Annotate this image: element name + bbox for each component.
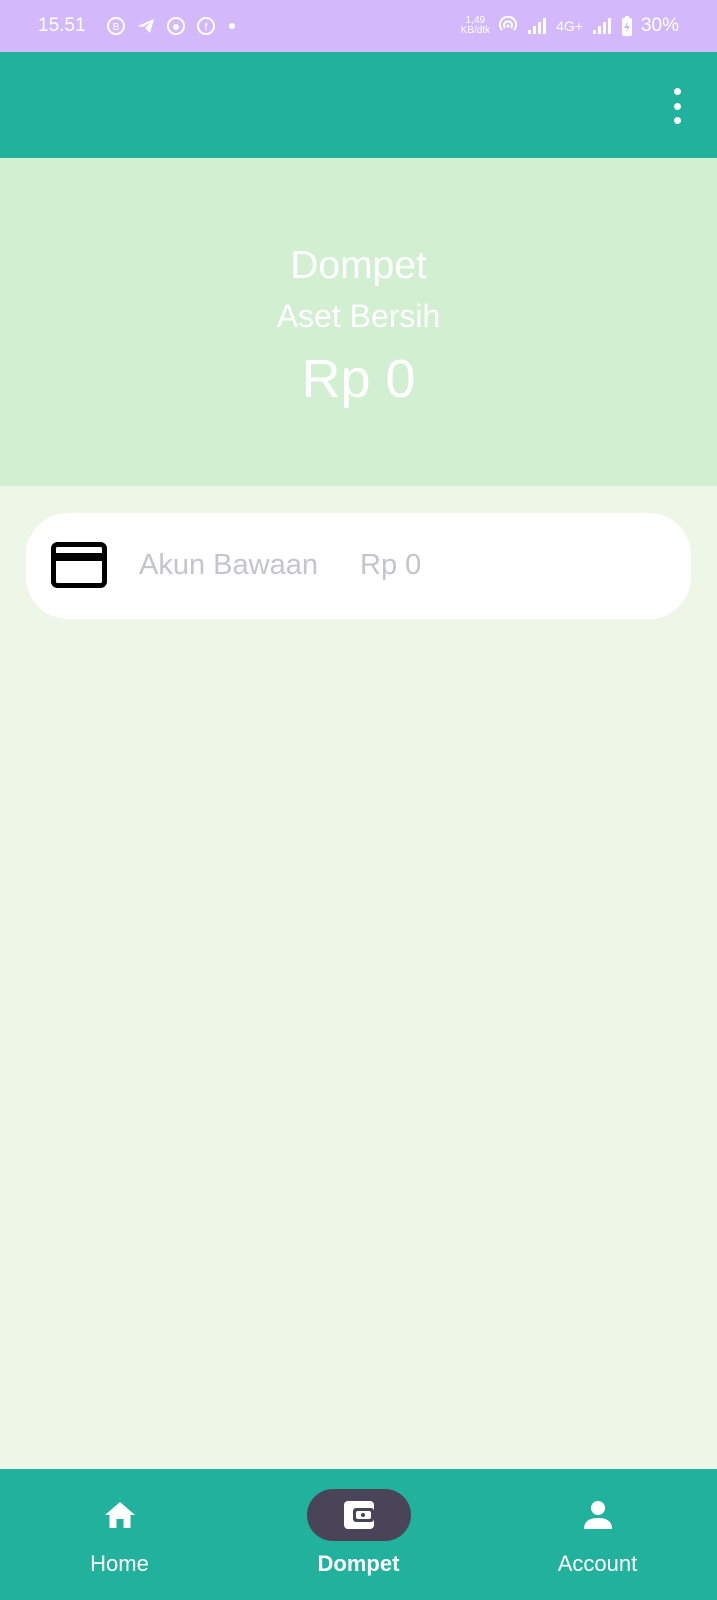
account-name: Akun Bawaan <box>139 549 318 581</box>
summary-title: Dompet <box>290 244 427 287</box>
wallet-icon <box>343 1501 374 1529</box>
overflow-menu-icon[interactable] <box>663 88 691 124</box>
nav-home-indicator <box>68 1489 172 1541</box>
battery-percentage: 30% <box>640 15 679 36</box>
network-type: 4G+ <box>556 18 583 34</box>
app-bar <box>0 52 717 158</box>
b-app-icon: B <box>106 17 125 35</box>
telegram-icon <box>137 19 154 33</box>
hotspot-icon <box>499 16 518 31</box>
nav-wallet[interactable]: Dompet <box>239 1469 478 1600</box>
facebook-icon: f <box>196 17 215 35</box>
signal-2-icon <box>592 18 611 34</box>
wallet-screen: 15.51 B f 1,49 KB/dtk 4G+ 30% Dompet Ase… <box>0 0 717 1600</box>
account-balance: Rp 0 <box>360 549 422 581</box>
status-bar: 15.51 B f 1,49 KB/dtk 4G+ 30% <box>0 0 717 52</box>
wallet-summary: Dompet Aset Bersih Rp 0 <box>0 158 717 486</box>
account-card[interactable]: Akun Bawaan Rp 0 <box>26 513 691 619</box>
svg-text:f: f <box>204 22 208 34</box>
status-time: 15.51 <box>38 15 86 36</box>
bottom-navigation: Home Dompet Account <box>0 1469 717 1600</box>
notification-icons: B f <box>106 16 238 36</box>
network-speed-unit: KB/dtk <box>460 25 491 36</box>
nav-wallet-indicator <box>306 1489 411 1541</box>
signal-icon <box>528 18 547 34</box>
nav-account-label: Account <box>557 1551 638 1576</box>
nav-wallet-label: Dompet <box>317 1551 400 1576</box>
menu-dot <box>673 88 681 95</box>
credit-card-icon <box>51 542 107 588</box>
network-speed: 1,49 KB/dtk <box>461 16 490 36</box>
nav-account-indicator <box>546 1489 650 1541</box>
menu-dot <box>673 117 681 124</box>
status-right: 1,49 KB/dtk 4G+ 30% <box>461 15 679 37</box>
more-notifications-dot-icon <box>228 23 235 29</box>
nav-home-label: Home <box>90 1551 149 1576</box>
nav-account[interactable]: Account <box>478 1469 717 1600</box>
camera-app-icon <box>166 17 185 35</box>
home-icon <box>104 1502 135 1528</box>
battery-charging-icon <box>621 16 632 36</box>
nav-home[interactable]: Home <box>0 1469 239 1600</box>
net-assets-amount: Rp 0 <box>301 349 416 409</box>
person-icon <box>583 1501 612 1529</box>
menu-dot <box>673 102 681 110</box>
svg-text:B: B <box>112 22 119 33</box>
summary-subtitle: Aset Bersih <box>276 298 441 334</box>
